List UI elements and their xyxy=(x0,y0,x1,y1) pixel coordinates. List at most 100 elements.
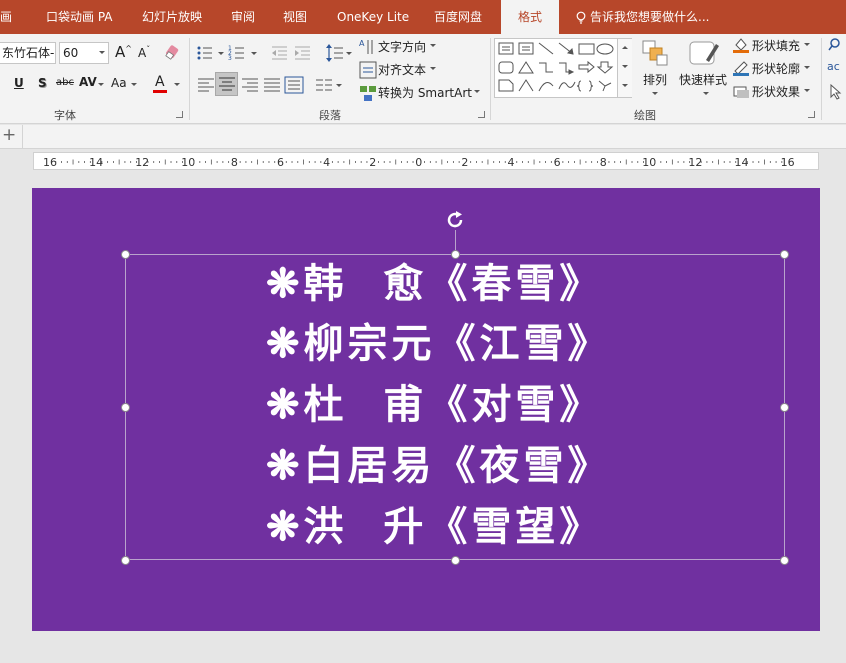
font-color-button[interactable]: A xyxy=(155,74,165,90)
resize-handle-right[interactable] xyxy=(780,403,789,412)
resize-handle-bottom[interactable] xyxy=(451,556,460,565)
numbering-icon[interactable]: 1 2 3 xyxy=(228,43,248,63)
shrink-font-icon[interactable]: Aˇ xyxy=(138,45,150,60)
poem-line[interactable]: ❋柳宗元《江雪》 xyxy=(266,314,612,374)
drawing-group-label: 绘图 xyxy=(634,109,656,122)
chevron-down-icon xyxy=(98,83,104,86)
tell-me-box[interactable]: 告诉我您想要做什么... xyxy=(576,0,709,34)
chevron-down-icon xyxy=(703,92,709,95)
quick-styles-button[interactable]: 快速样式 xyxy=(679,71,727,88)
drawing-dialog-launcher-icon[interactable] xyxy=(808,111,815,118)
shapes-gallery-icons xyxy=(498,42,614,92)
tab-pocket-animation[interactable]: 口袋动画 PA xyxy=(46,0,113,34)
shape-fill-button[interactable]: 形状填充 xyxy=(752,37,800,54)
gallery-scroll[interactable] xyxy=(617,39,632,97)
font-group-label: 字体 xyxy=(54,109,76,122)
align-text-button[interactable]: 对齐文本 xyxy=(378,61,426,78)
poem-line[interactable]: ❋洪 升《雪望》 xyxy=(266,497,603,557)
font-name-combo[interactable]: 东竹石体- xyxy=(0,42,56,64)
tab-slideshow[interactable]: 幻灯片放映 xyxy=(142,0,202,34)
resize-handle-bottom-right[interactable] xyxy=(780,556,789,565)
smartart-icon xyxy=(360,86,376,101)
justify-icon[interactable] xyxy=(262,75,282,95)
line-spacing-icon[interactable] xyxy=(325,43,345,63)
poem-title: 《雪望》 xyxy=(427,503,604,550)
tab-onekey-lite[interactable]: OneKey Lite xyxy=(337,0,409,34)
tab-view[interactable]: 视图 xyxy=(283,0,307,34)
rotate-handle[interactable] xyxy=(444,210,466,230)
char-spacing-button[interactable]: AV xyxy=(79,75,97,89)
shape-fill-label: 形状填充 xyxy=(752,39,801,53)
snowflake-marker: ❋ xyxy=(266,442,304,489)
paragraph-group-label: 段落 xyxy=(319,109,341,122)
tab-baidu-netdisk[interactable]: 百度网盘 xyxy=(434,0,482,34)
chevron-down-icon xyxy=(474,90,480,93)
resize-handle-top-right[interactable] xyxy=(780,250,789,259)
shape-outline-button[interactable]: 形状轮廓 xyxy=(752,60,800,77)
snowflake-marker: ❋ xyxy=(266,260,304,307)
shape-effects-icon xyxy=(733,86,749,98)
ruler-label: 14 xyxy=(89,156,103,169)
align-right-icon[interactable] xyxy=(240,75,260,95)
select-cursor-icon[interactable] xyxy=(829,84,843,100)
shapes-gallery[interactable] xyxy=(494,38,632,98)
char-spacing-label: AV xyxy=(79,75,97,89)
shadow-button[interactable]: S xyxy=(38,76,47,90)
smartart-label: 转换为 SmartArt xyxy=(378,86,472,100)
chevron-down-icon xyxy=(218,52,224,55)
strikethrough-button[interactable]: abc xyxy=(56,77,74,88)
arrange-button[interactable]: 排列 xyxy=(643,71,667,88)
font-color-bar xyxy=(153,90,167,93)
paragraph-dialog-launcher-icon[interactable] xyxy=(478,111,485,118)
svg-text:3: 3 xyxy=(228,55,232,62)
slide-canvas[interactable]: ❋韩 愈《春雪》 ❋柳宗元《江雪》 ❋杜 甫《对雪》 ❋白居易《夜雪》 ❋洪 升… xyxy=(32,188,820,631)
chevron-down-icon xyxy=(804,89,810,92)
poem-author: 白居易 xyxy=(303,442,436,489)
text-direction-button[interactable]: 文字方向 xyxy=(378,38,426,55)
ribbon: 东竹石体- 60 A^ Aˇ U S abc AV Aa A 字体 1 2 3 xyxy=(0,34,846,124)
grow-font-icon[interactable]: A^ xyxy=(115,43,132,61)
tab-animation[interactable]: 画 xyxy=(0,0,12,34)
add-icon[interactable]: + xyxy=(2,125,16,145)
poem-line[interactable]: ❋白居易《夜雪》 xyxy=(266,436,612,496)
ruler-label: 12 xyxy=(688,156,702,169)
snowflake-marker: ❋ xyxy=(266,503,304,550)
horizontal-ruler[interactable]: 16 14 12 10 8 6 4 2 0 2 4 6 8 10 12 14 16 xyxy=(33,152,819,170)
poem-line[interactable]: ❋韩 愈《春雪》 xyxy=(266,254,603,314)
decrease-indent-icon[interactable] xyxy=(270,43,290,63)
clear-format-icon[interactable] xyxy=(164,43,184,63)
poem-line[interactable]: ❋杜 甫《对雪》 xyxy=(266,375,603,435)
strikethrough-label: abc xyxy=(56,77,74,88)
ruler-label: 4 xyxy=(508,156,515,169)
resize-handle-bottom-left[interactable] xyxy=(121,556,130,565)
align-text-icon xyxy=(359,61,377,79)
change-case-label: Aa xyxy=(111,76,127,90)
ruler-label: 0 xyxy=(415,156,422,169)
tab-format[interactable]: 格式 xyxy=(501,0,559,34)
document-tab-strip: + xyxy=(0,125,846,149)
shape-effects-button[interactable]: 形状效果 xyxy=(752,83,800,100)
align-left-icon[interactable] xyxy=(196,75,216,95)
resize-handle-top-left[interactable] xyxy=(121,250,130,259)
ruler-label: 10 xyxy=(181,156,195,169)
underline-button[interactable]: U xyxy=(14,76,24,90)
find-icon[interactable] xyxy=(828,37,844,53)
ruler-label: 16 xyxy=(43,156,57,169)
smartart-button[interactable]: 转换为 SmartArt xyxy=(378,84,472,101)
font-dialog-launcher-icon[interactable] xyxy=(176,111,183,118)
chevron-down-icon xyxy=(131,83,137,86)
resize-handle-left[interactable] xyxy=(121,403,130,412)
columns-icon[interactable] xyxy=(314,75,334,95)
align-center-button[interactable] xyxy=(215,72,238,96)
expand-gallery-icon xyxy=(622,84,628,87)
tab-review[interactable]: 审阅 xyxy=(231,0,255,34)
change-case-button[interactable]: Aa xyxy=(111,76,127,90)
chevron-up-icon xyxy=(622,46,628,49)
font-name-value: 东竹石体- xyxy=(2,46,55,60)
distributed-icon[interactable] xyxy=(284,75,304,95)
increase-indent-icon[interactable] xyxy=(293,43,313,63)
chevron-down-icon xyxy=(804,43,810,46)
bullets-icon[interactable] xyxy=(196,43,216,63)
chevron-down-icon xyxy=(346,52,352,55)
replace-icon[interactable]: ac xyxy=(827,60,840,73)
